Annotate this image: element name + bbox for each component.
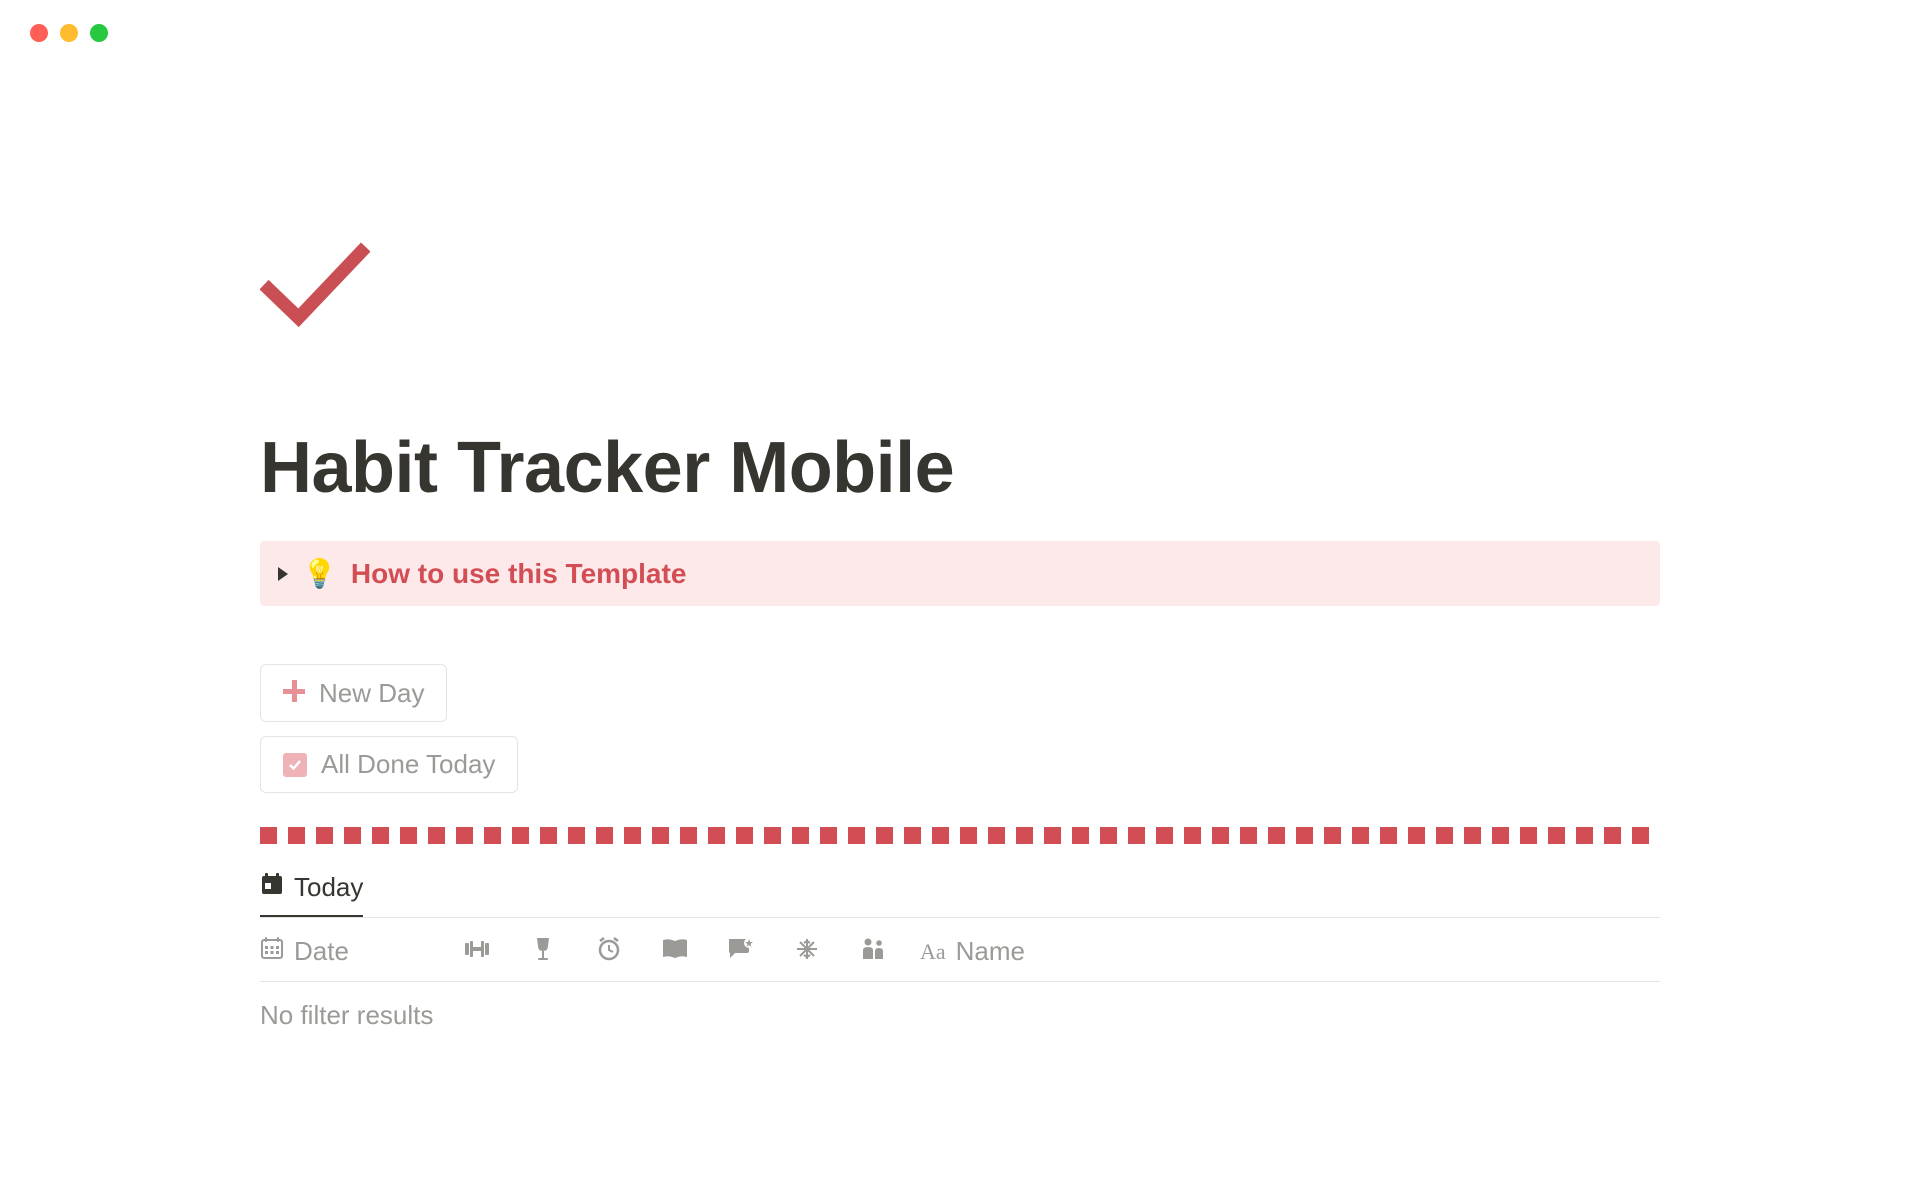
calendar-today-icon	[260, 872, 284, 903]
lightbulb-icon: 💡	[302, 557, 337, 590]
toggle-triangle-icon[interactable]	[278, 567, 288, 581]
column-book[interactable]	[656, 938, 694, 965]
column-date-label: Date	[294, 936, 349, 967]
tab-today[interactable]: Today	[260, 872, 363, 918]
window-close-button[interactable]	[30, 24, 48, 42]
chat-star-icon	[727, 937, 755, 966]
empty-results-text: No filter results	[260, 982, 1660, 1049]
dumbbell-icon	[463, 939, 491, 964]
tab-today-label: Today	[294, 872, 363, 903]
window-minimize-button[interactable]	[60, 24, 78, 42]
column-name[interactable]: Aa Name	[920, 936, 1025, 967]
page-checkmark-icon	[260, 242, 1660, 337]
how-to-callout[interactable]: 💡 How to use this Template	[260, 541, 1660, 606]
column-dumbbell[interactable]	[458, 939, 496, 964]
new-day-label: New Day	[319, 678, 424, 709]
checkbox-icon	[283, 753, 307, 777]
calendar-grid-icon	[260, 936, 284, 967]
column-name-label: Name	[956, 936, 1025, 967]
all-done-today-button[interactable]: All Done Today	[260, 736, 518, 793]
snowflake-icon	[795, 937, 819, 966]
alarm-clock-icon	[596, 936, 622, 967]
dotted-divider	[260, 827, 1660, 844]
plus-icon	[283, 677, 305, 709]
all-done-label: All Done Today	[321, 749, 495, 780]
window-maximize-button[interactable]	[90, 24, 108, 42]
column-date[interactable]: Date	[260, 936, 430, 967]
page-title: Habit Tracker Mobile	[260, 427, 1660, 509]
wine-glass-icon	[533, 936, 553, 967]
people-icon	[859, 937, 887, 966]
table-header: Date	[260, 918, 1660, 982]
column-alarm-clock[interactable]	[590, 936, 628, 967]
callout-title: How to use this Template	[351, 558, 687, 590]
new-day-button[interactable]: New Day	[260, 664, 447, 722]
column-wine-glass[interactable]	[524, 936, 562, 967]
text-aa-icon: Aa	[920, 939, 946, 965]
book-icon	[661, 938, 689, 965]
window-controls	[0, 0, 1920, 42]
column-snowflake[interactable]	[788, 937, 826, 966]
column-chat-star[interactable]	[722, 937, 760, 966]
column-people[interactable]	[854, 937, 892, 966]
